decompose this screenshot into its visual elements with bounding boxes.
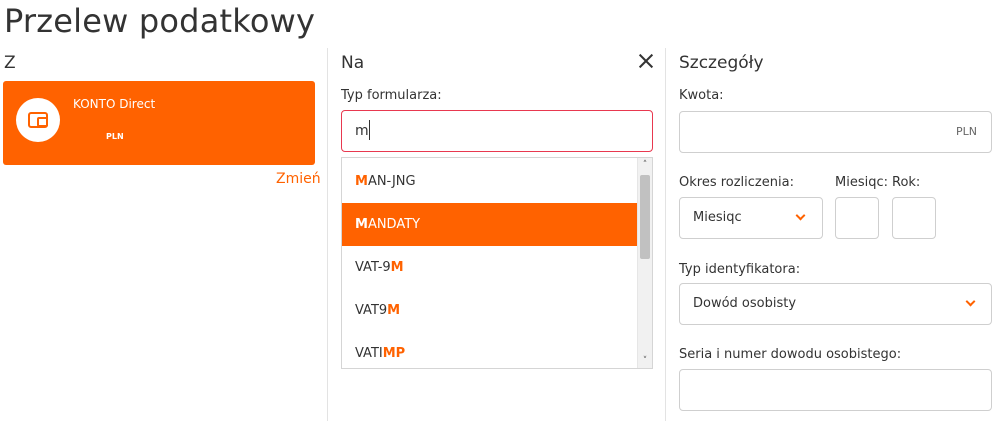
account-currency: PLN [106,132,124,141]
dropdown-option[interactable]: MANDATY [342,203,638,246]
option-match-highlight: M [390,260,404,275]
id-number-label: Seria i numer dowodu osobistego: [679,347,902,362]
identifier-type-label: Typ identyfikatora: [679,262,801,277]
page-title: Przelew podatkowy [4,2,316,40]
identifier-type-value: Dowód osobisty [693,296,797,311]
year-input[interactable] [892,197,936,239]
amount-label: Kwota: [679,88,724,103]
scroll-thumb[interactable] [640,175,650,259]
identifier-type-select[interactable]: Dowód osobisty [679,283,992,325]
dropdown-scrollbar[interactable]: ˄ ˅ [637,158,652,368]
chevron-down-icon [795,210,806,221]
option-text: VAT-9 [355,260,391,275]
period-select[interactable]: Miesiqc [679,197,823,239]
option-match-highlight: M [355,217,368,232]
form-type-dropdown[interactable]: MAN-JNG MANDATY VAT-9M VAT9M VATIMP ˄ ˅ [341,157,653,369]
column-divider [327,48,328,421]
id-number-input[interactable] [679,369,992,411]
option-text: ANDATY [367,217,421,232]
close-icon[interactable] [637,52,655,70]
column-divider [665,48,666,421]
option-text: VAT9 [355,303,388,318]
option-text: VATI [355,346,383,361]
text-caret [369,120,370,140]
month-label: Miesiqc: [835,175,888,190]
to-heading: Na [341,53,365,73]
amount-currency: PLN [956,125,977,138]
period-label: Okres rozliczenia: [679,175,794,190]
scroll-up-icon[interactable]: ˄ [641,161,649,170]
details-heading: Szczegóły [679,53,764,73]
period-select-value: Miesiqc [693,210,742,225]
form-type-label: Typ formularza: [341,88,442,103]
from-heading: Z [4,53,16,73]
chevron-down-icon [965,296,976,307]
wallet-icon [28,112,48,128]
option-text: AN-JNG [367,174,416,189]
account-card[interactable]: KONTO Direct PLN [3,81,315,165]
dropdown-option[interactable]: MAN-JNG [342,160,638,203]
dropdown-option[interactable]: VAT-9M [342,246,638,289]
account-name: KONTO Direct [73,97,156,111]
option-match-highlight: M [355,174,368,189]
year-label: Rok: [892,175,921,190]
scroll-down-icon[interactable]: ˅ [641,357,649,366]
option-match-highlight: MP [382,346,406,361]
dropdown-option[interactable]: VATIMP [342,332,638,368]
change-account-link[interactable]: Zmień [276,171,321,187]
dropdown-option[interactable]: VAT9M [342,289,638,332]
option-match-highlight: M [387,303,401,318]
amount-input[interactable]: PLN [679,111,992,153]
form-type-input[interactable] [341,110,653,152]
account-icon-circle [16,98,60,142]
month-input[interactable] [835,197,879,239]
